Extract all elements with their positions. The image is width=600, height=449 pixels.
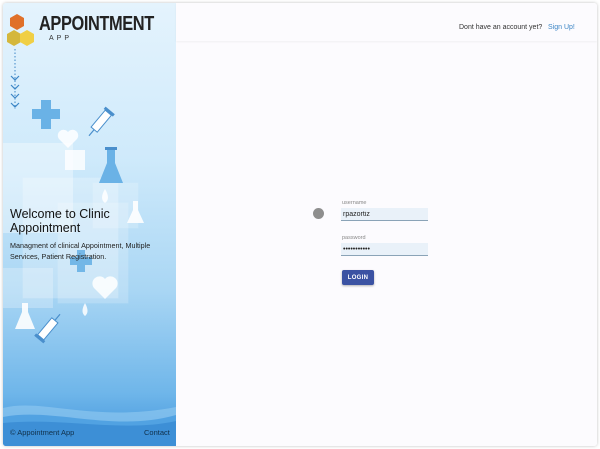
password-label: password xyxy=(342,235,366,241)
username-input[interactable] xyxy=(341,208,428,221)
login-panel: Dont have an account yet? Sign Up! usern… xyxy=(176,3,597,446)
syringe-icon xyxy=(34,313,61,344)
copyright-text: © Appointment App xyxy=(10,428,75,437)
login-button[interactable]: LOGIN xyxy=(342,270,374,285)
app-logo: APPOINTMENT APP xyxy=(6,11,176,51)
syringe-icon xyxy=(88,106,115,137)
medical-cross-icon xyxy=(32,100,60,129)
password-input[interactable] xyxy=(341,243,428,256)
welcome-panel: APPOINTMENT APP Welcome to Clinic Appoin… xyxy=(3,3,176,446)
avatar-icon xyxy=(313,208,324,219)
flask-icon xyxy=(99,147,123,183)
signup-link[interactable]: Sign Up! xyxy=(548,24,575,31)
app-title: APPOINTMENT xyxy=(39,13,154,35)
app-window: APPOINTMENT APP Welcome to Clinic Appoin… xyxy=(3,3,597,446)
top-bar: Dont have an account yet? Sign Up! xyxy=(176,3,597,41)
username-label: username xyxy=(342,200,367,206)
app-subtitle: APP xyxy=(49,35,73,42)
welcome-description: Managment of clinical Appointment, Multi… xyxy=(10,241,151,261)
drop-icon xyxy=(82,303,88,316)
welcome-heading: Welcome to Clinic Appointment xyxy=(10,207,110,235)
contact-link[interactable]: Contact xyxy=(144,428,170,437)
account-prompt: Dont have an account yet? xyxy=(459,24,543,31)
logo-hexagons-icon xyxy=(7,14,34,46)
